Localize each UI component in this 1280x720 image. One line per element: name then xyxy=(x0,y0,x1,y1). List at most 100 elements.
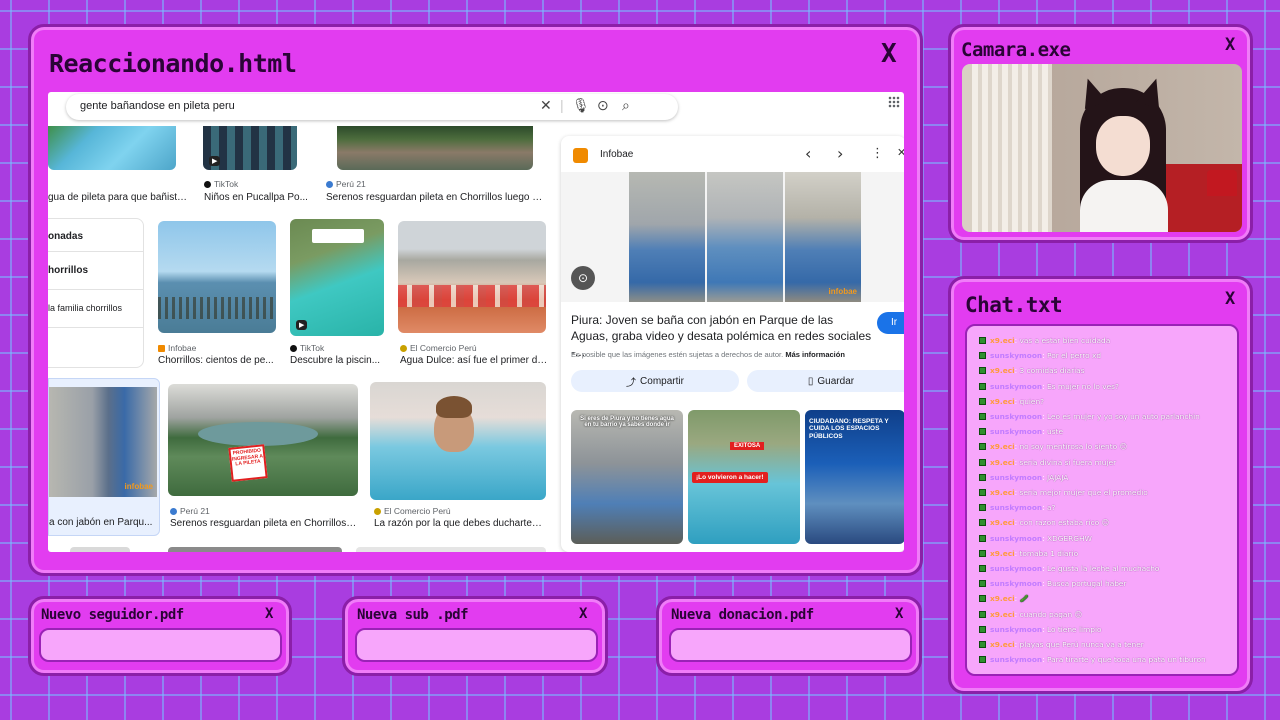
donation-alert-close-icon[interactable]: X xyxy=(895,607,903,621)
go-button[interactable]: Ir xyxy=(877,312,904,334)
prev-image-icon[interactable]: ‹ xyxy=(805,144,811,163)
chat-username[interactable]: sunskymoon xyxy=(990,351,1042,360)
image-caption[interactable]: Chorrillos: cientos de pe... xyxy=(158,355,278,366)
chat-username[interactable]: x9.eci xyxy=(990,488,1015,497)
chat-username[interactable]: x9.eci xyxy=(990,458,1015,467)
microphone-icon[interactable]: 🎙 xyxy=(572,97,590,114)
detail-source[interactable]: Infobae xyxy=(600,149,633,160)
image-caption[interactable]: gua de pileta para que bañista... xyxy=(48,192,188,203)
close-panel-icon[interactable]: ✕ xyxy=(897,146,904,159)
chat-message: sunskymoon: a? xyxy=(979,503,1055,512)
lens-icon[interactable]: ⊙ xyxy=(597,97,609,114)
chat-username[interactable]: x9.eci xyxy=(990,549,1015,558)
related-image[interactable]: EXITOSA ¡Lo volvieron a hacer! xyxy=(688,410,800,544)
follower-alert-close-icon[interactable]: X xyxy=(265,607,273,621)
image-result[interactable] xyxy=(70,547,130,552)
image-result[interactable] xyxy=(48,126,176,170)
peru21-icon xyxy=(326,181,333,188)
image-caption[interactable]: Niños en Pucallpa Po... xyxy=(204,192,308,203)
curtain-shape xyxy=(972,64,1052,232)
related-image[interactable]: CIUDADANO: RESPETA Y CUIDA LOS ESPACIOS … xyxy=(805,410,904,544)
related-search-item[interactable]: horrillos xyxy=(48,265,88,276)
selected-result[interactable]: infobae a con jabón en Parqu... xyxy=(48,378,160,536)
user-badge-icon xyxy=(979,382,986,390)
chat-username[interactable]: sunskymoon xyxy=(990,564,1042,573)
next-image-icon[interactable]: › xyxy=(837,144,843,163)
divider xyxy=(48,289,144,290)
more-info-link[interactable]: Más información xyxy=(785,350,845,359)
subscriber-alert-close-icon[interactable]: X xyxy=(579,607,587,621)
chat-username[interactable]: x9.eci xyxy=(990,610,1015,619)
camera-window-close-icon[interactable]: X xyxy=(1225,37,1235,54)
related-search-item[interactable]: onadas xyxy=(48,231,83,242)
image-caption[interactable]: Serenos resguardan pileta en Chorrillos … xyxy=(326,192,544,203)
chat-text: seria divina si fuera mujer xyxy=(1019,457,1117,467)
chat-message: sunskymoon: JAJAJA xyxy=(979,473,1068,482)
image-result[interactable] xyxy=(158,221,276,333)
chat-username[interactable]: x9.eci xyxy=(990,594,1015,603)
chat-window-title: Chat.txt xyxy=(965,293,1063,317)
image-source: El Comercio Perú xyxy=(400,343,477,353)
chat-text: Para tirarte y que toca una pata un tibu… xyxy=(1047,655,1206,665)
image-result[interactable] xyxy=(356,547,546,552)
user-badge-icon xyxy=(979,413,986,420)
save-button[interactable]: ▯ Guardar xyxy=(747,370,904,392)
chat-text: Lo tiene limpio xyxy=(1047,624,1102,634)
chat-username[interactable]: x9.eci xyxy=(990,366,1015,375)
chat-username[interactable]: sunskymoon xyxy=(990,625,1042,634)
image-source: El Comercio Perú xyxy=(374,506,451,516)
chat-username[interactable]: sunskymoon xyxy=(990,412,1042,421)
image-result[interactable] xyxy=(168,547,342,552)
image-result[interactable]: ▶ xyxy=(290,219,384,336)
chat-username[interactable]: sunskymoon xyxy=(990,382,1042,391)
image-result[interactable]: ▶ xyxy=(203,126,297,170)
chat-username[interactable]: x9.eci xyxy=(990,397,1015,406)
chat-username[interactable]: sunskymoon xyxy=(990,473,1042,482)
image-result[interactable]: PROHIBIDO INGRESAR A LA PILETA xyxy=(168,384,358,496)
user-badge-icon xyxy=(979,367,986,375)
chat-username[interactable]: sunskymoon xyxy=(990,534,1042,543)
chat-window-close-icon[interactable]: X xyxy=(1225,291,1235,308)
image-caption[interactable]: Descubre la piscin... xyxy=(290,355,386,366)
main-window-close-icon[interactable]: X xyxy=(881,41,897,67)
clear-icon[interactable]: ✕ xyxy=(540,97,552,114)
subscriber-alert-content xyxy=(355,628,598,662)
chat-username[interactable]: sunskymoon xyxy=(990,579,1042,588)
chat-text: Le gusta la leche al muchacho xyxy=(1047,564,1160,573)
chat-username[interactable]: x9.eci xyxy=(990,518,1015,527)
related-search-item[interactable]: la familia chorrillos xyxy=(48,303,122,313)
image-frame-3: infobae xyxy=(785,172,861,302)
image-result[interactable] xyxy=(370,382,546,500)
video-play-icon: ▶ xyxy=(296,320,308,330)
chat-username[interactable]: sunskymoon xyxy=(990,655,1042,664)
chat-username[interactable]: sunskymoon xyxy=(990,427,1042,436)
user-badge-icon xyxy=(979,656,986,664)
chat-text: quien? xyxy=(1019,396,1045,406)
related-image[interactable]: Si eres de Piura y no tienes agua en tu … xyxy=(571,410,683,544)
chat-text: playas que Perú nunca va a tener xyxy=(1019,640,1144,649)
crowd-shape xyxy=(158,297,276,319)
chat-username[interactable]: x9.eci xyxy=(990,336,1015,345)
share-button[interactable]: ⤴ Compartir xyxy=(571,370,739,392)
chat-text: tomaba 1 diario xyxy=(1019,548,1079,558)
chat-username[interactable]: sunskymoon xyxy=(990,503,1042,512)
apps-grid-icon[interactable] xyxy=(888,96,900,108)
divider: | xyxy=(560,97,564,113)
image-caption[interactable]: Agua Dulce: así fue el primer dí... xyxy=(400,355,548,366)
chat-username[interactable]: x9.eci xyxy=(990,640,1015,649)
image-result[interactable] xyxy=(398,221,546,333)
lens-search-icon[interactable]: ⊙ xyxy=(571,266,595,290)
subscriber-alert-title: Nueva sub .pdf xyxy=(357,607,469,623)
browser-viewport: gente bañandose en pileta peru ✕ | 🎙 ⊙ ⌕… xyxy=(48,92,904,552)
image-caption[interactable]: La razón por la que debes ducharte a... xyxy=(374,518,544,529)
chat-message: sunskymoon: XDGERGHW xyxy=(979,534,1092,543)
search-input[interactable]: gente bañandose en pileta peru xyxy=(80,100,235,112)
chat-username[interactable]: x9.eci xyxy=(990,442,1015,451)
detail-image[interactable]: infobae ⊙ xyxy=(561,172,904,302)
chat-message: sunskymoon: Busca portugal haber xyxy=(979,579,1127,588)
image-caption[interactable]: Serenos resguardan pileta en Chorrillos … xyxy=(170,518,358,529)
search-bar[interactable]: gente bañandose en pileta peru ✕ | 🎙 ⊙ ⌕ xyxy=(66,94,678,120)
search-icon[interactable]: ⌕ xyxy=(622,97,630,114)
image-result[interactable] xyxy=(337,126,533,170)
more-options-icon[interactable]: ⋮ xyxy=(871,146,884,161)
